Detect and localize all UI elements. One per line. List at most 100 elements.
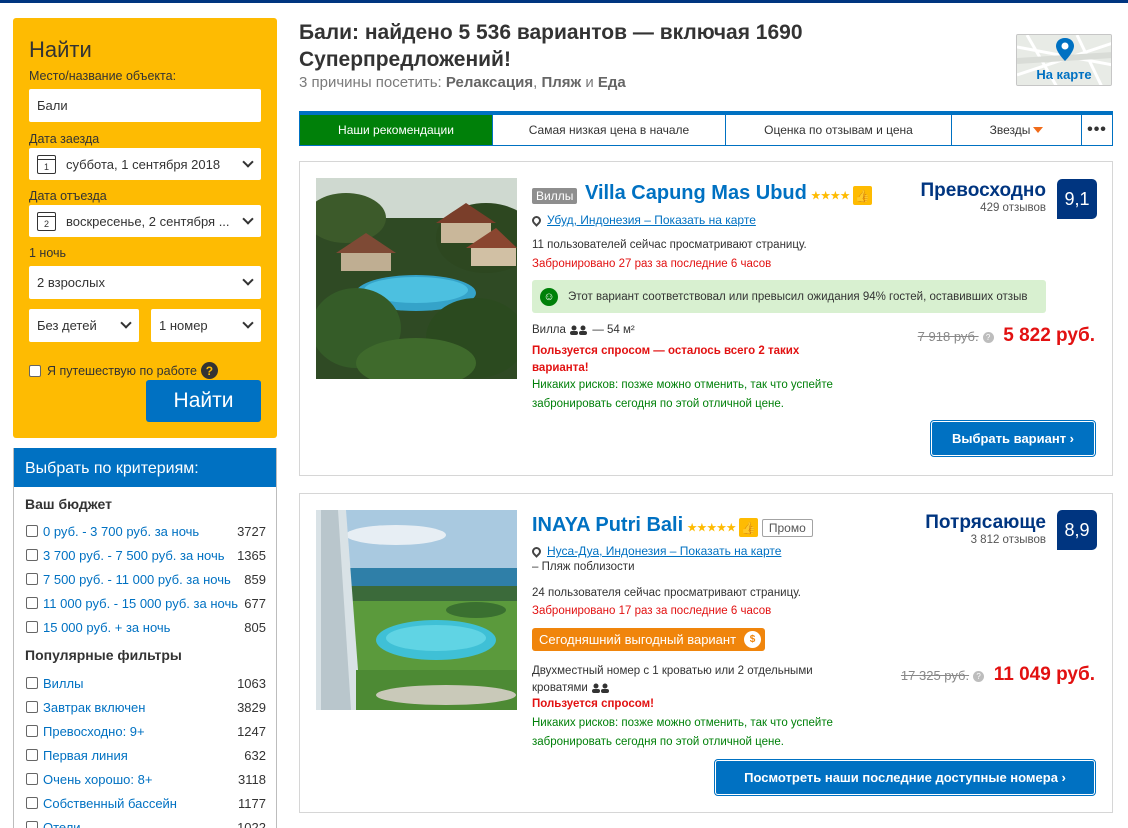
booked-text: Забронировано 17 раз за последние 6 часо…	[532, 605, 772, 617]
business-trip-checkbox[interactable]	[29, 364, 41, 377]
todays-deal-badge: Сегодняшний выгодный вариант $	[532, 628, 766, 651]
map-button-label: На карте	[1036, 67, 1092, 82]
filter-count: 632	[244, 747, 266, 763]
filter-label[interactable]: Завтрак включен	[43, 700, 237, 715]
filter-label[interactable]: Виллы	[43, 676, 237, 691]
checkin-label: Дата заезда	[29, 132, 100, 146]
tab-stars-label: Звезды	[989, 123, 1031, 137]
filter-label[interactable]: 0 руб. - 3 700 руб. за ночь	[43, 524, 237, 539]
chevron-down-icon	[242, 317, 254, 329]
adults-value: 2 взрослых	[37, 275, 105, 290]
checkin-field[interactable]: 1 суббота, 1 сентября 2018	[29, 148, 261, 180]
filter-item[interactable]: 0 руб. - 3 700 руб. за ночь 3727	[14, 519, 276, 543]
show-on-map-link[interactable]: Убуд, Индонезия – Показать на карте	[547, 213, 756, 227]
filter-label[interactable]: Очень хорошо: 8+	[43, 772, 238, 787]
hotel-title-row: INAYA Putri Bali ★★★★★ 👍 Промо	[532, 514, 813, 538]
filter-item[interactable]: Очень хорошо: 8+ 3118	[14, 767, 276, 791]
filter-item[interactable]: Отели 1022	[14, 815, 276, 828]
price-block: 17 325 руб.? 11 049 руб.	[901, 664, 1095, 686]
chevron-down-icon	[120, 317, 132, 329]
filter-checkbox[interactable]	[26, 701, 38, 713]
filter-checkbox[interactable]	[26, 749, 38, 761]
review-count[interactable]: 3 812 отзывов	[925, 534, 1046, 546]
viewers-text: 24 пользователя сейчас просматривают стр…	[532, 587, 801, 599]
tab-stars[interactable]: Звезды	[952, 115, 1082, 145]
filter-label[interactable]: 7 500 руб. - 11 000 руб. за ночь	[43, 572, 244, 587]
filter-count: 3118	[238, 771, 266, 787]
filter-checkbox[interactable]	[26, 621, 38, 633]
filter-checkbox[interactable]	[26, 773, 38, 785]
filter-checkbox[interactable]	[26, 573, 38, 585]
beach-nearby-text: – Пляж поблизости	[532, 561, 635, 573]
info-icon[interactable]: ?	[982, 332, 994, 344]
calendar-icon: 2	[37, 211, 56, 231]
checkout-field[interactable]: 2 воскресенье, 2 сентября ...	[29, 205, 261, 237]
filter-item[interactable]: 3 700 руб. - 7 500 руб. за ночь 1365	[14, 543, 276, 567]
filter-item[interactable]: Собственный бассейн 1177	[14, 791, 276, 815]
filter-count: 3829	[237, 699, 266, 715]
no-risk-text: Никаких рисков: позже можно отменить, та…	[532, 717, 833, 748]
filter-item[interactable]: 15 000 руб. + за ночь 805	[14, 615, 276, 639]
filter-checkbox[interactable]	[26, 597, 38, 609]
map-button[interactable]: На карте	[1016, 34, 1112, 86]
rooms-value: 1 номер	[159, 318, 208, 333]
search-button[interactable]: Найти	[146, 380, 261, 422]
nights-count: 1 ночь	[29, 246, 67, 260]
show-on-map-link[interactable]: Нуса-Дуа, Индонезия – Показать на карте	[547, 544, 781, 558]
rooms-select[interactable]: 1 номер	[151, 309, 261, 342]
hotel-photo[interactable]	[316, 510, 517, 710]
filter-label[interactable]: Собственный бассейн	[43, 796, 238, 811]
business-trip-label: Я путешествую по работе	[47, 363, 197, 378]
filter-count: 859	[244, 571, 266, 587]
filter-item[interactable]: Виллы 1063	[14, 671, 276, 695]
filter-checkbox[interactable]	[26, 821, 38, 828]
filter-count: 3727	[237, 523, 266, 539]
tab-more[interactable]: •••	[1082, 115, 1112, 145]
filter-label[interactable]: Отели	[43, 820, 237, 828]
hotel-name-link[interactable]: INAYA Putri Bali	[532, 514, 683, 536]
filter-item[interactable]: Первая линия 632	[14, 743, 276, 767]
filter-checkbox[interactable]	[26, 797, 38, 809]
filter-checkbox[interactable]	[26, 725, 38, 737]
children-select[interactable]: Без детей	[29, 309, 139, 342]
filter-checkbox[interactable]	[26, 677, 38, 689]
hotel-photo[interactable]	[316, 178, 517, 379]
occupancy-icon	[591, 683, 609, 693]
adults-select[interactable]: 2 взрослых	[29, 266, 261, 299]
tab-recommended[interactable]: Наши рекомендации	[300, 115, 493, 145]
score-word: Превосходно	[920, 180, 1046, 201]
filter-checkbox[interactable]	[26, 525, 38, 537]
promo-badge: Промо	[761, 518, 813, 537]
info-icon[interactable]: ?	[973, 671, 985, 683]
popular-filters-title: Популярные фильтры	[25, 647, 182, 663]
filter-label[interactable]: 15 000 руб. + за ночь	[43, 620, 244, 635]
filter-label[interactable]: 3 700 руб. - 7 500 руб. за ночь	[43, 548, 237, 563]
location-row: Убуд, Индонезия – Показать на карте	[530, 212, 756, 227]
filter-item[interactable]: Завтрак включен 3829	[14, 695, 276, 719]
filter-label[interactable]: Первая линия	[43, 748, 244, 763]
filter-count: 1365	[237, 547, 266, 563]
select-option-button[interactable]: Выбрать вариант ›	[930, 420, 1096, 457]
review-count[interactable]: 429 отзывов	[920, 202, 1046, 214]
tab-lowest-price[interactable]: Самая низкая цена в начале	[493, 115, 726, 145]
reason-food: Еда	[597, 74, 626, 91]
budget-title: Ваш бюджет	[25, 496, 112, 512]
filter-item[interactable]: 7 500 руб. - 11 000 руб. за ночь 859	[14, 567, 276, 591]
separator: и	[585, 74, 594, 91]
filter-item[interactable]: 11 000 руб. - 15 000 руб. за ночь 677	[14, 591, 276, 615]
filter-checkbox[interactable]	[26, 549, 38, 561]
filter-label[interactable]: 11 000 руб. - 15 000 руб. за ночь	[43, 596, 244, 611]
current-price: 11 049 руб.	[993, 664, 1095, 685]
help-icon[interactable]: ?	[200, 362, 218, 379]
review-summary: Потрясающе 3 812 отзывов	[925, 512, 1046, 546]
calendar-icon: 1	[37, 154, 56, 174]
reason-relax: Релаксация	[445, 74, 534, 91]
destination-input[interactable]: Бали	[29, 89, 261, 122]
tab-score-price[interactable]: Оценка по отзывам и цена	[726, 115, 952, 145]
see-available-rooms-button[interactable]: Посмотреть наши последние доступные номе…	[714, 759, 1096, 796]
filter-item[interactable]: Превосходно: 9+ 1247	[14, 719, 276, 743]
hotel-name-link[interactable]: Villa Capung Mas Ubud	[585, 182, 807, 204]
filter-label[interactable]: Превосходно: 9+	[43, 724, 237, 739]
filter-count: 1247	[237, 723, 266, 739]
reason-beach: Пляж	[541, 74, 582, 91]
